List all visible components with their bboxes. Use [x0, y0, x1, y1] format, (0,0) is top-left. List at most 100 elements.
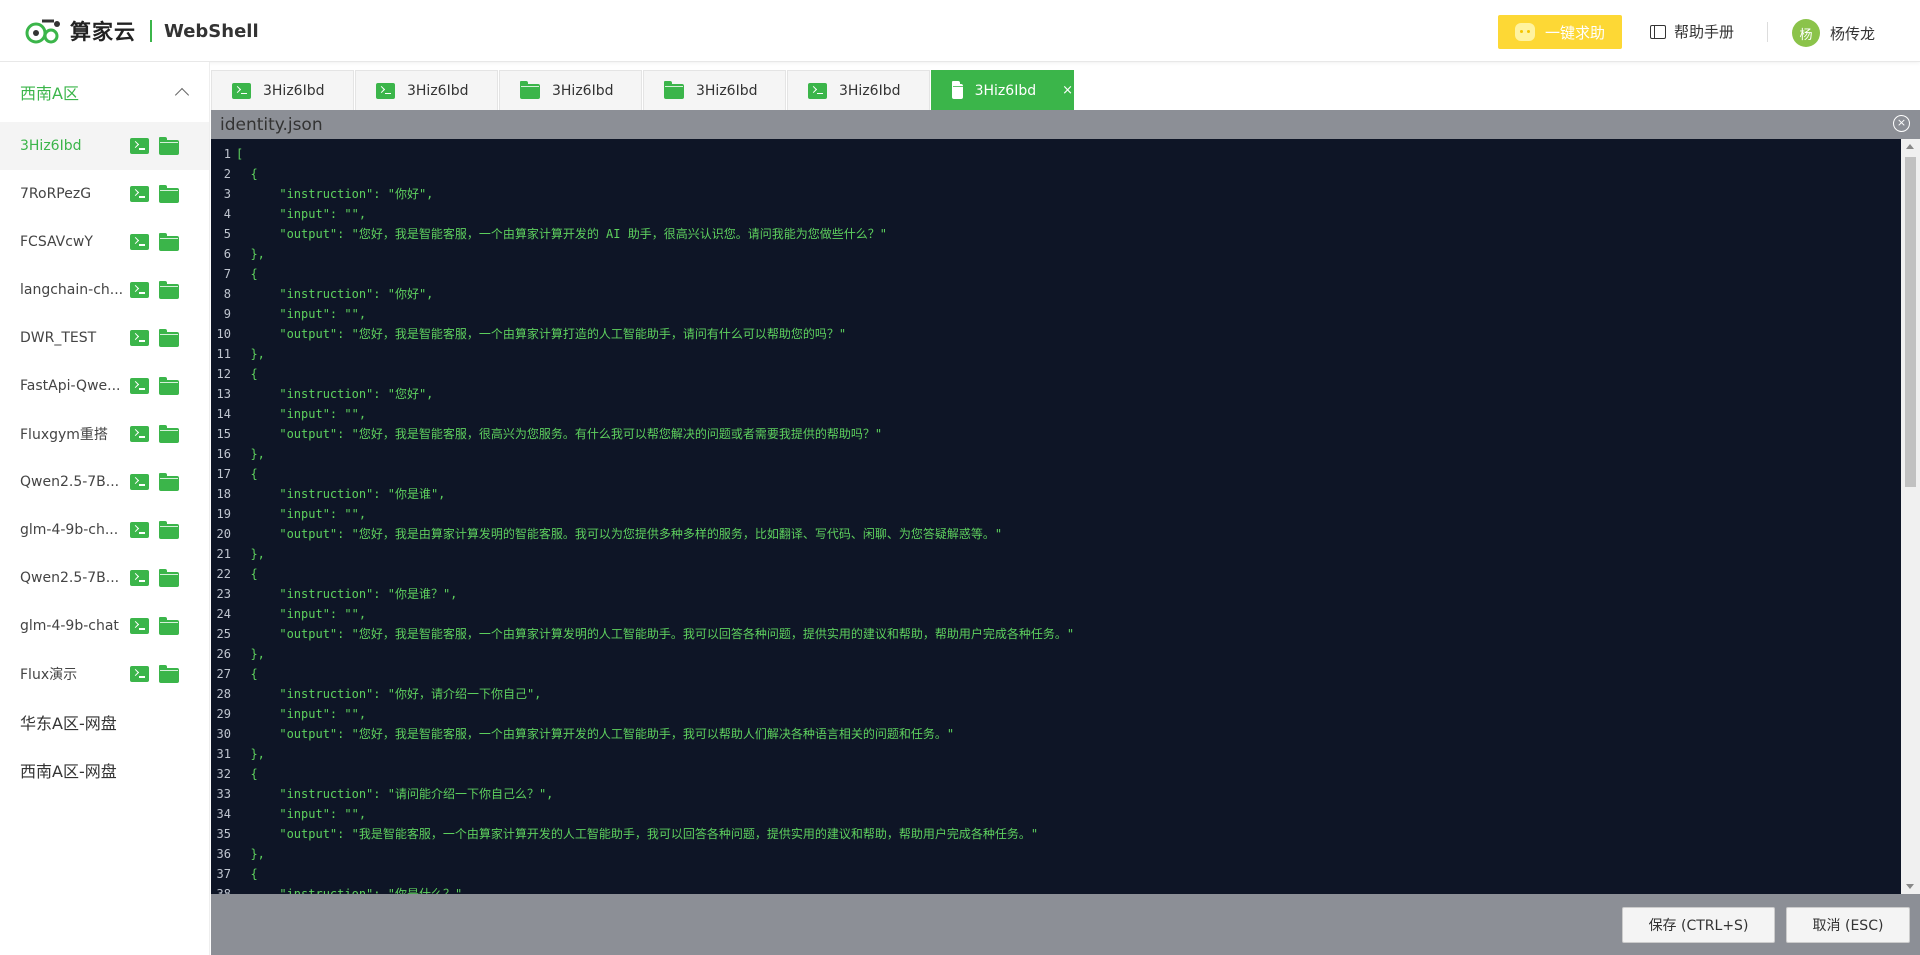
terminal-icon[interactable] — [130, 330, 149, 346]
folder-icon[interactable] — [159, 136, 179, 155]
close-editor-icon[interactable]: × — [1893, 115, 1910, 132]
sidebar-item-instance[interactable]: Qwen2.5-7B... — [0, 554, 209, 602]
folder-icon[interactable] — [159, 472, 179, 491]
line-number: 21 — [216, 547, 231, 561]
book-icon — [1650, 24, 1666, 39]
sidebar-item-instance[interactable]: Flux演示 — [0, 650, 209, 698]
code-line: 34 "input": "", — [211, 804, 1901, 824]
folder-icon[interactable] — [159, 376, 179, 395]
sidebar-item-label: Fluxgym重搭 — [20, 427, 108, 443]
tab-instance[interactable]: 3Hiz6Ibd × — [931, 70, 1074, 110]
storage-southwest-a[interactable]: 西南A区-网盘 — [0, 746, 209, 794]
region-header-southwest-a[interactable]: 西南A区 — [0, 62, 209, 122]
sidebar-item-instance[interactable]: Qwen2.5-7B... — [0, 458, 209, 506]
sidebar-item-label: glm-4-9b-ch... — [20, 522, 119, 538]
close-tab-icon[interactable]: × — [1062, 83, 1073, 98]
line-number: 2 — [223, 167, 231, 181]
folder-icon[interactable] — [159, 232, 179, 251]
folder-icon[interactable] — [159, 616, 179, 635]
scrollbar-thumb[interactable] — [1905, 157, 1916, 487]
instance-actions — [130, 664, 179, 683]
folder-icon[interactable] — [159, 568, 179, 587]
sidebar-item-instance[interactable]: glm-4-9b-chat — [0, 602, 209, 650]
sidebar-item-instance[interactable]: 7RoRPezG — [0, 170, 209, 218]
file-title-bar: identity.json × — [211, 110, 1920, 139]
line-number: 28 — [216, 687, 231, 701]
sidebar-item-instance[interactable]: FastApi-Qwe... — [0, 362, 209, 410]
scroll-up-icon[interactable] — [1906, 144, 1914, 149]
cancel-button[interactable]: 取消 (ESC) — [1786, 907, 1910, 943]
instance-actions — [130, 376, 179, 395]
terminal-icon[interactable] — [130, 570, 149, 586]
folder-icon[interactable] — [159, 328, 179, 347]
line-text: { — [236, 367, 258, 381]
folder-icon[interactable] — [159, 664, 179, 683]
sidebar-item-instance[interactable]: Fluxgym重搭 — [0, 410, 209, 458]
terminal-icon[interactable] — [130, 666, 149, 682]
line-text: "instruction": "你是什么？", — [236, 887, 470, 894]
tab-instance[interactable]: 3Hiz6Ibd — [355, 70, 498, 110]
sidebar-item-instance[interactable]: glm-4-9b-ch... — [0, 506, 209, 554]
line-text: "instruction": "你是谁", — [236, 487, 446, 501]
line-number: 8 — [223, 287, 231, 301]
chevron-up-icon[interactable] — [174, 87, 190, 103]
code-line: 9 "input": "", — [211, 304, 1901, 324]
save-button[interactable]: 保存 (CTRL+S) — [1622, 907, 1775, 943]
sidebar-item-instance[interactable]: langchain-ch... — [0, 266, 209, 314]
line-text: "output": "我是智能客服，一个由算家计算开发的人工智能助手，我可以回答… — [236, 827, 1039, 841]
line-text: "input": "", — [236, 207, 367, 221]
help-manual-link[interactable]: 帮助手册 — [1650, 21, 1734, 42]
vertical-scrollbar[interactable] — [1901, 139, 1920, 894]
storage-east-a[interactable]: 华东A区-网盘 — [0, 698, 209, 746]
terminal-icon[interactable] — [130, 138, 149, 154]
folder-icon[interactable] — [159, 520, 179, 539]
code-line: 30 "output": "您好，我是智能客服，一个由算家计算开发的人工智能助手… — [211, 724, 1901, 744]
instance-actions — [130, 136, 179, 155]
terminal-icon[interactable] — [130, 522, 149, 538]
sidebar-item-instance[interactable]: FCSAVcwY — [0, 218, 209, 266]
line-text: { — [236, 867, 258, 881]
terminal-icon[interactable] — [130, 282, 149, 298]
line-number: 37 — [216, 867, 231, 881]
folder-icon[interactable] — [159, 280, 179, 299]
terminal-icon[interactable] — [130, 474, 149, 490]
line-text: "input": "", — [236, 807, 367, 821]
product-name: WebShell — [164, 20, 259, 42]
one-click-help-button[interactable]: 一键求助 — [1498, 15, 1622, 49]
line-text: "instruction": "你是谁？", — [236, 587, 458, 601]
logo[interactable]: 算家云 WebShell — [24, 13, 259, 49]
tab-instance[interactable]: 3Hiz6Ibd — [787, 70, 930, 110]
terminal-icon[interactable] — [130, 378, 149, 394]
file-name: identity.json — [220, 114, 323, 135]
tab-label: 3Hiz6Ibd — [263, 82, 325, 99]
sidebar-item-label: Qwen2.5-7B... — [20, 474, 120, 490]
user-menu[interactable]: 杨 杨传龙 — [1792, 19, 1875, 47]
tab-label: 3Hiz6Ibd — [839, 82, 901, 99]
tab-instance[interactable]: 3Hiz6Ibd — [643, 70, 786, 110]
line-text: }, — [236, 247, 265, 261]
terminal-icon[interactable] — [130, 618, 149, 634]
line-number: 15 — [216, 427, 231, 441]
code-editor[interactable]: 1[2 {3 "instruction": "你好", 4 "input": ""… — [211, 139, 1920, 894]
terminal-icon[interactable] — [130, 234, 149, 250]
sidebar-item-label: 3Hiz6Ibd — [20, 138, 82, 154]
line-text: }, — [236, 447, 265, 461]
scroll-down-icon[interactable] — [1906, 884, 1914, 889]
code-line: 7 { — [211, 264, 1901, 284]
folder-icon[interactable] — [159, 184, 179, 203]
terminal-icon[interactable] — [130, 426, 149, 442]
terminal-icon — [808, 82, 827, 99]
line-text: "input": "", — [236, 307, 367, 321]
code-line: 22 { — [211, 564, 1901, 584]
sidebar-item-instance[interactable]: 3Hiz6Ibd — [0, 122, 209, 170]
code-line: 8 "instruction": "你好", — [211, 284, 1901, 304]
terminal-icon[interactable] — [130, 186, 149, 202]
code-line: 35 "output": "我是智能客服，一个由算家计算开发的人工智能助手，我可… — [211, 824, 1901, 844]
line-number: 35 — [216, 827, 231, 841]
folder-icon[interactable] — [159, 424, 179, 443]
sidebar-item-instance[interactable]: DWR_TEST — [0, 314, 209, 362]
tab-instance[interactable]: 3Hiz6Ibd — [211, 70, 354, 110]
line-text: "instruction": "你好，请介绍一下你自己", — [236, 687, 542, 701]
line-number: 7 — [223, 267, 231, 281]
tab-instance[interactable]: 3Hiz6Ibd — [499, 70, 642, 110]
